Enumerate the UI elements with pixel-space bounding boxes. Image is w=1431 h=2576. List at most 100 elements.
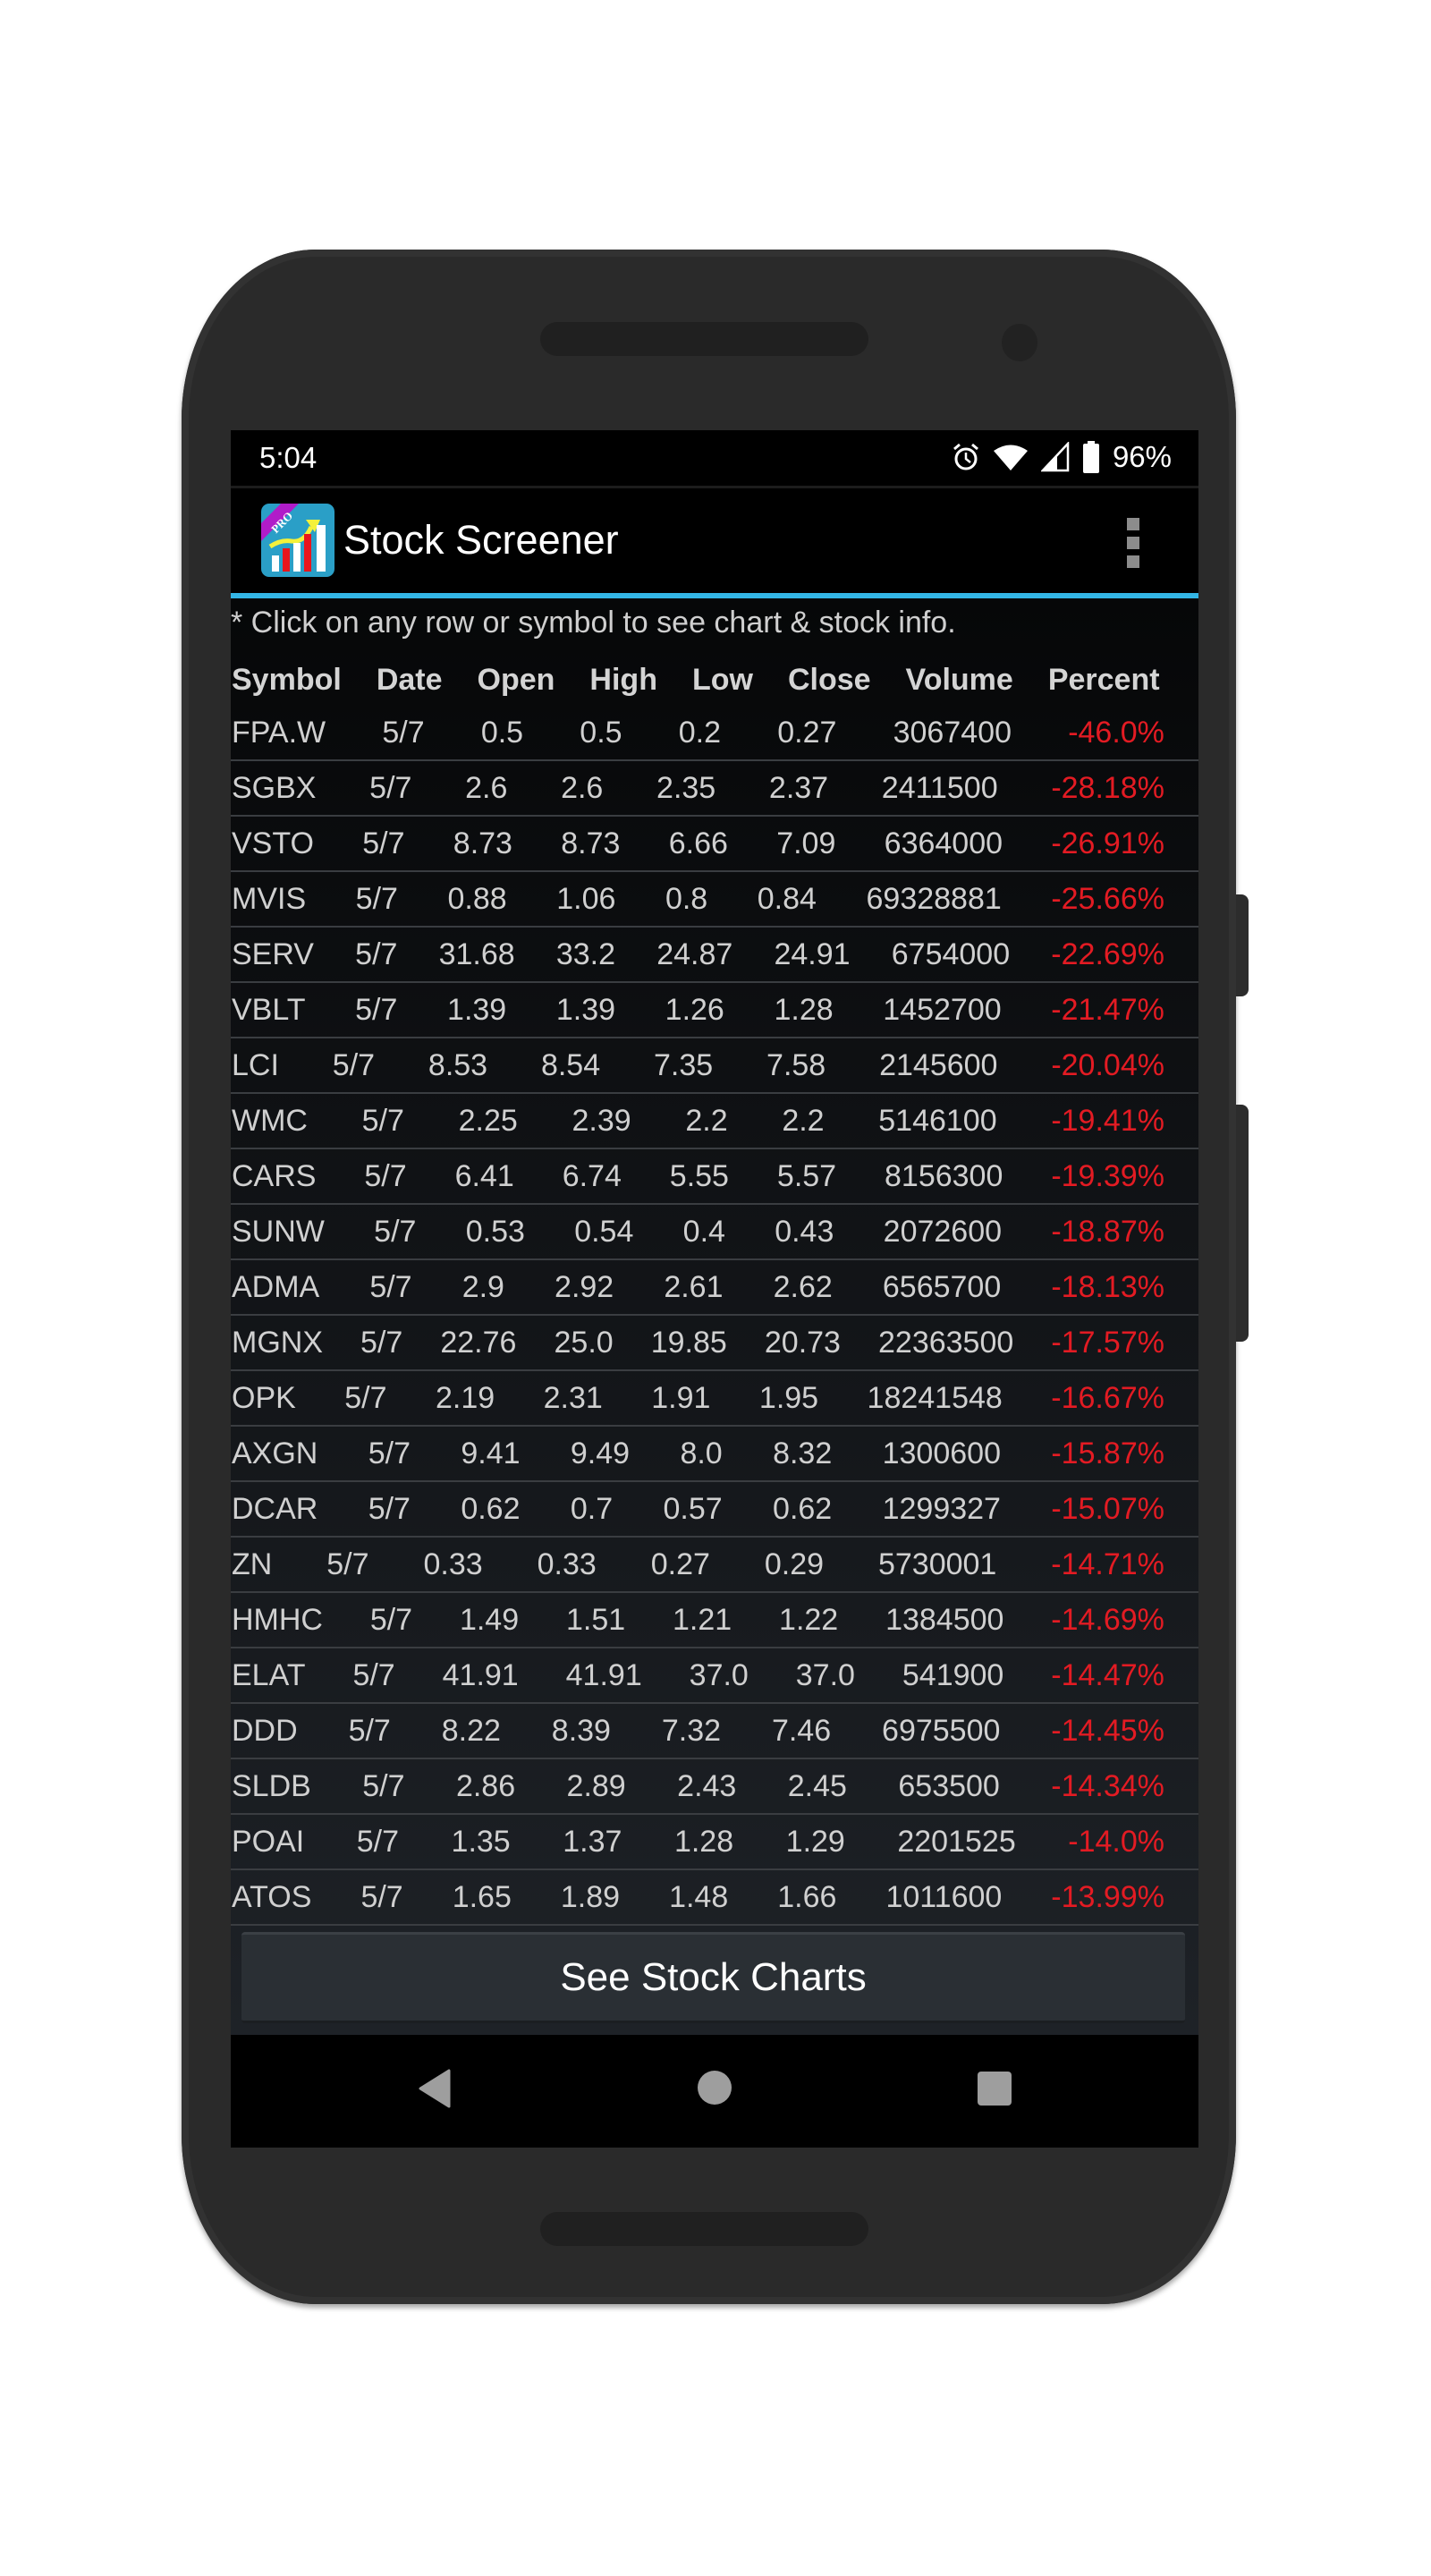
stock-row[interactable]: AXGN 5/7 9.41 9.49 8.0 8.32 1300600 -15.87% [231,1427,1198,1482]
recents-icon[interactable] [977,2071,1012,2106]
cell-close: 0.84 [757,881,817,916]
cell-symbol[interactable]: ZN [232,1547,272,1582]
stock-row[interactable]: SUNW 5/7 0.53 0.54 0.4 0.43 2072600 -18.87% [231,1205,1198,1260]
stock-row[interactable]: LCI 5/7 8.53 8.54 7.35 7.58 2145600 -20.04% [231,1038,1198,1094]
stock-row[interactable]: DDD 5/7 8.22 8.39 7.32 7.46 6975500 -14.45% [231,1704,1198,1759]
cell-close: 1.28 [774,992,834,1027]
cell-symbol[interactable]: SGBX [232,771,316,806]
column-header-high[interactable]: High [589,663,657,698]
stock-row[interactable]: ATOS 5/7 1.65 1.89 1.48 1.66 1011600 -13.99% [231,1870,1198,1926]
column-header-low[interactable]: Low [692,663,753,698]
cell-volume: 5146100 [878,1103,997,1138]
stock-row[interactable]: VBLT 5/7 1.39 1.39 1.26 1.28 1452700 -21.47% [231,983,1198,1038]
cell-symbol[interactable]: POAI [232,1825,304,1860]
overflow-menu-icon[interactable] [1127,518,1141,568]
cell-symbol[interactable]: SUNW [232,1215,325,1250]
cell-high: 2.92 [555,1269,614,1304]
stock-row[interactable]: ELAT 5/7 41.91 41.91 37.0 37.0 541900 -14.47% [231,1648,1198,1704]
cell-percent: -14.47% [1051,1657,1164,1692]
column-header-volume[interactable]: Volume [906,663,1013,698]
cell-percent: -25.66% [1051,881,1164,916]
cell-symbol[interactable]: HMHC [232,1603,323,1638]
cell-low: 7.35 [654,1047,714,1082]
power-button [1236,894,1249,996]
stock-row[interactable]: OPK 5/7 2.19 2.31 1.91 1.95 18241548 -16.67% [231,1371,1198,1427]
cell-high: 2.6 [561,770,604,805]
stock-row[interactable]: CARS 5/7 6.41 6.74 5.55 5.57 8156300 -19.39% [231,1149,1198,1205]
front-camera [1002,324,1037,361]
stock-row[interactable]: MGNX 5/7 22.76 25.0 19.85 20.73 22363500 -17.57… [231,1316,1198,1371]
stock-row[interactable]: POAI 5/7 1.35 1.37 1.28 1.29 2201525 -14.0% [231,1815,1198,1870]
cell-symbol[interactable]: FPA.W [232,716,326,750]
cell-percent: -20.04% [1051,1047,1164,1082]
navigation-bar [231,2035,1198,2148]
cell-symbol[interactable]: MVIS [232,882,306,917]
cell-open: 41.91 [442,1657,519,1692]
column-header-open[interactable]: Open [478,663,555,698]
cell-date: 5/7 [382,715,425,750]
cell-symbol[interactable]: AXGN [232,1436,318,1471]
stock-row[interactable]: SGBX 5/7 2.6 2.6 2.35 2.37 2411500 -28.18% [231,761,1198,817]
cell-percent: -14.71% [1051,1546,1164,1581]
cell-symbol[interactable]: ATOS [232,1880,311,1915]
cell-low: 37.0 [689,1657,749,1692]
cell-volume: 8156300 [885,1158,1003,1193]
cell-high: 41.91 [565,1657,642,1692]
cell-open: 1.39 [447,992,507,1027]
cell-close: 0.27 [777,715,837,750]
stock-row[interactable]: SLDB 5/7 2.86 2.89 2.43 2.45 653500 -14.34% [231,1759,1198,1815]
cell-percent: -28.18% [1051,770,1164,805]
cell-volume: 18241548 [867,1380,1003,1415]
cell-percent: -13.99% [1051,1879,1164,1914]
cell-symbol[interactable]: VSTO [232,826,314,861]
cell-date: 5/7 [355,936,398,971]
cell-symbol[interactable]: ADMA [232,1270,319,1305]
hint-text: * Click on any row or symbol to see char… [231,606,956,640]
cell-open: 0.88 [447,881,507,916]
cell-close: 24.91 [774,936,851,971]
overflow-dot [1127,537,1139,549]
cell-symbol[interactable]: MGNX [232,1326,323,1360]
stock-row[interactable]: FPA.W 5/7 0.5 0.5 0.2 0.27 3067400 -46.0% [231,706,1198,761]
back-icon[interactable] [417,2069,453,2108]
cell-symbol[interactable]: DDD [232,1714,298,1749]
cell-date: 5/7 [364,1158,407,1193]
cell-symbol[interactable]: SLDB [232,1769,311,1804]
volume-button [1236,1105,1249,1342]
column-header-percent[interactable]: Percent [1048,663,1160,698]
see-stock-charts-button[interactable]: See Stock Charts [241,1932,1185,2023]
cell-symbol[interactable]: WMC [232,1104,308,1139]
cell-close: 2.2 [782,1103,825,1138]
stock-row[interactable]: ADMA 5/7 2.9 2.92 2.61 2.62 6565700 -18.13% [231,1260,1198,1316]
cell-percent: -19.39% [1051,1158,1164,1193]
cell-low: 0.4 [682,1214,725,1249]
cell-high: 8.39 [551,1713,611,1748]
cell-volume: 1452700 [883,992,1002,1027]
cell-symbol[interactable]: OPK [232,1381,296,1416]
cell-low: 19.85 [650,1325,727,1360]
column-header-symbol[interactable]: Symbol [232,663,342,698]
stock-row[interactable]: WMC 5/7 2.25 2.39 2.2 2.2 5146100 -19.41% [231,1094,1198,1149]
stock-row[interactable]: HMHC 5/7 1.49 1.51 1.21 1.22 1384500 -14.69% [231,1593,1198,1648]
cell-date: 5/7 [326,1546,369,1581]
cell-symbol[interactable]: VBLT [232,993,306,1028]
stock-screener-pro-app-icon[interactable]: PRO [261,504,334,577]
stock-row[interactable]: SERV 5/7 31.68 33.2 24.87 24.91 6754000 -22.69% [231,928,1198,983]
cell-symbol[interactable]: LCI [232,1048,279,1083]
cell-percent: -18.13% [1051,1269,1164,1304]
battery-percent: 96% [1112,440,1172,473]
cell-symbol[interactable]: SERV [232,937,314,972]
cell-symbol[interactable]: CARS [232,1159,316,1194]
stock-row[interactable]: DCAR 5/7 0.62 0.7 0.57 0.62 1299327 -15.07% [231,1482,1198,1538]
cell-close: 1.95 [758,1380,819,1415]
stock-row[interactable]: MVIS 5/7 0.88 1.06 0.8 0.84 69328881 -25.66% [231,872,1198,928]
home-icon[interactable] [696,2069,733,2106]
cell-symbol[interactable]: DCAR [232,1492,318,1527]
column-header-date[interactable]: Date [377,663,443,698]
overflow-dot [1127,518,1139,530]
column-header-close[interactable]: Close [788,663,871,698]
cell-date: 5/7 [360,1325,403,1360]
stock-row[interactable]: ZN 5/7 0.33 0.33 0.27 0.29 5730001 -14.71% [231,1538,1198,1593]
stock-row[interactable]: VSTO 5/7 8.73 8.73 6.66 7.09 6364000 -26.91% [231,817,1198,872]
cell-symbol[interactable]: ELAT [232,1658,306,1693]
